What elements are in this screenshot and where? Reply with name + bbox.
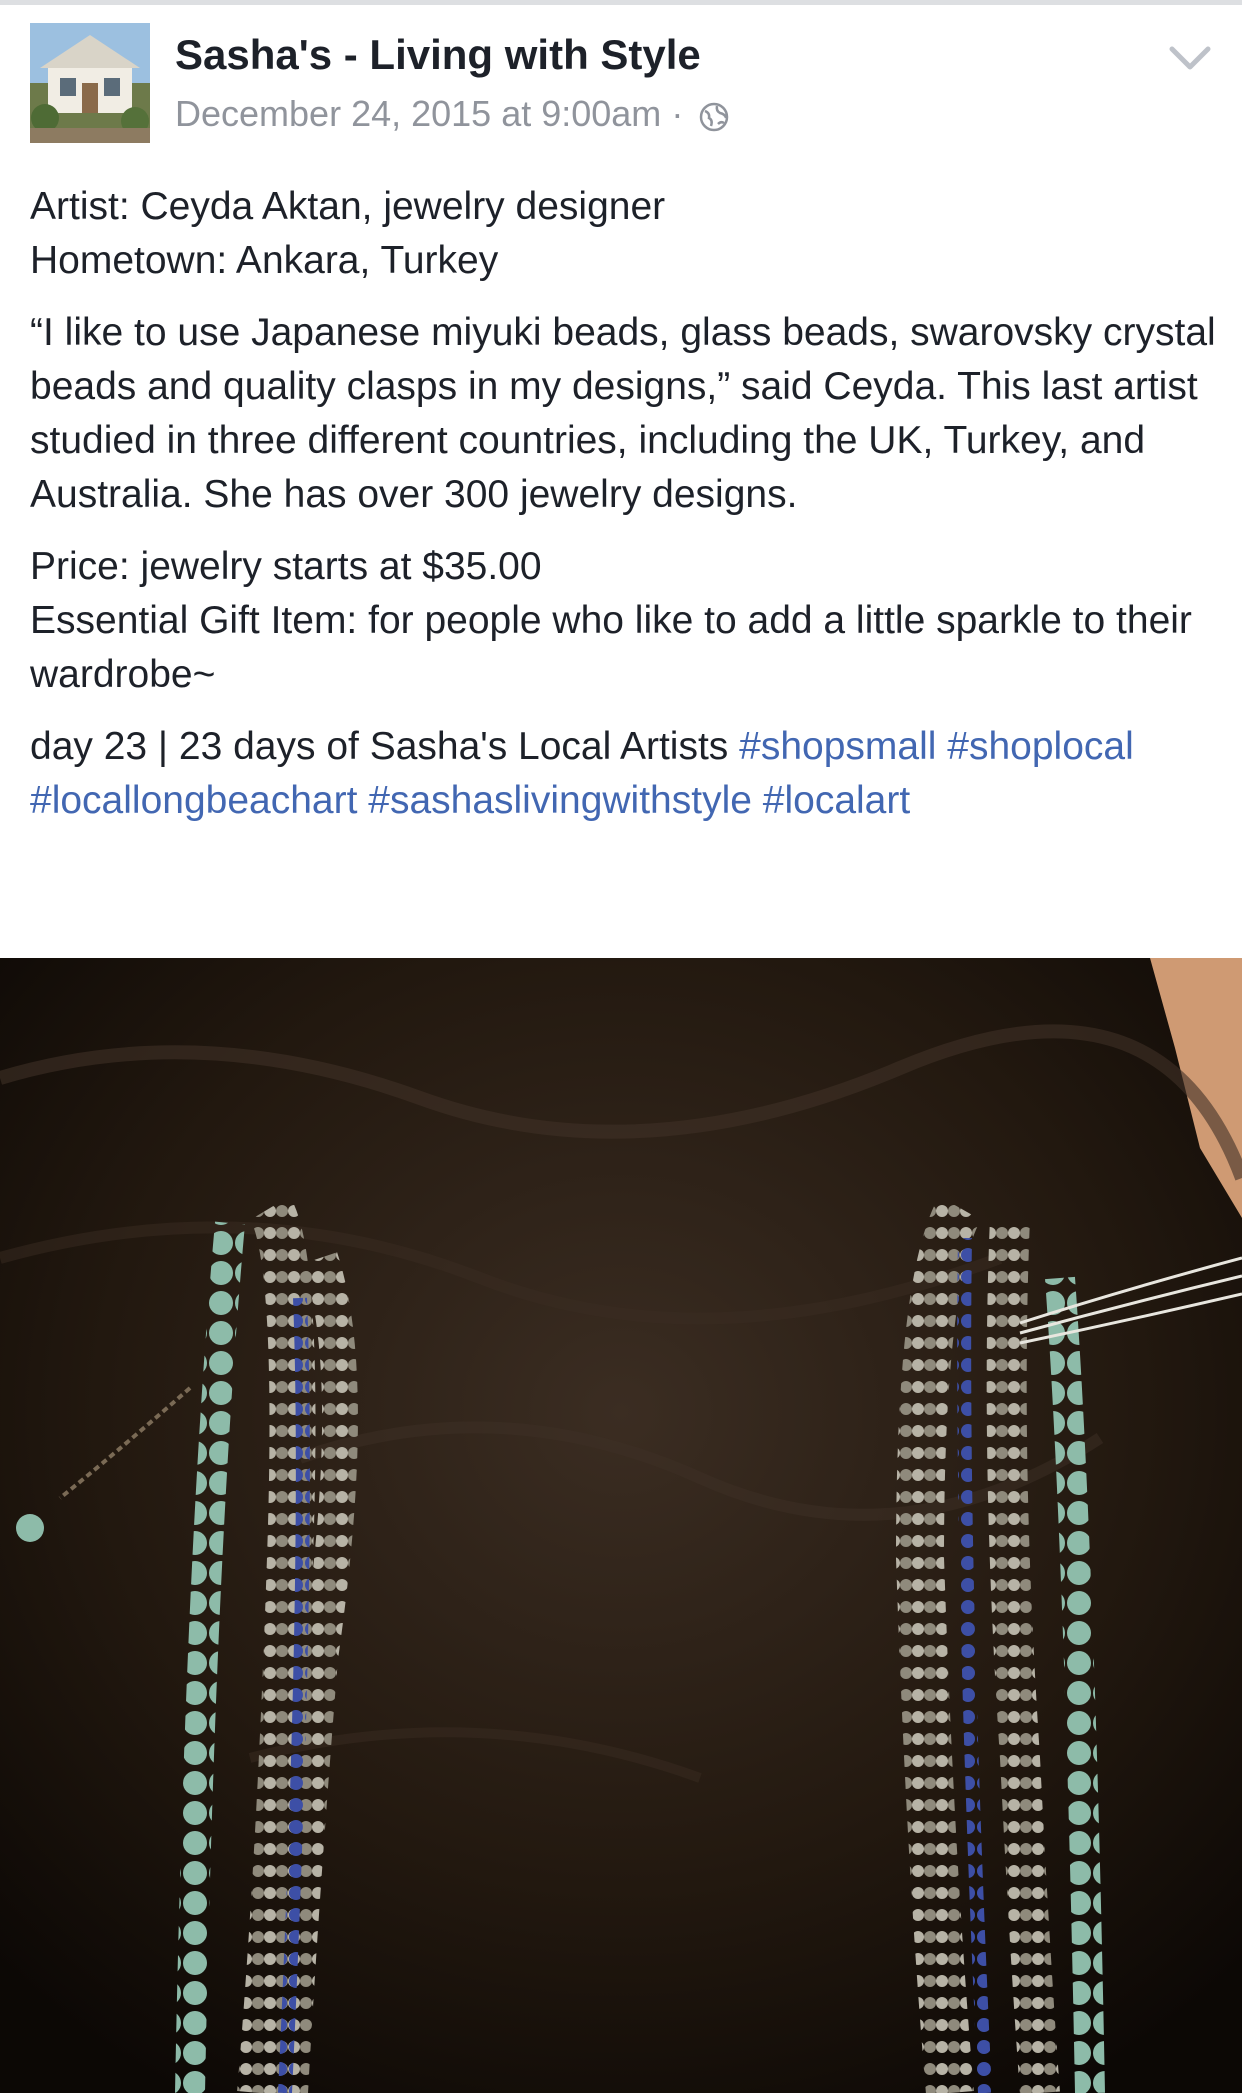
post-header: Sasha's - Living with Style December 24,…: [0, 5, 1242, 155]
post-photo[interactable]: [0, 958, 1242, 2093]
price-line: Price: jewelry starts at $35.00: [30, 545, 542, 588]
hashtag-sashaslivingwithstyle[interactable]: #sashaslivingwithstyle: [368, 779, 752, 822]
hashtag-shopsmall[interactable]: #shopsmall: [739, 725, 936, 768]
price-info: Price: jewelry starts at $35.00 Essentia…: [30, 540, 1220, 702]
quote-paragraph: “I like to use Japanese miyuki beads, gl…: [30, 311, 1216, 516]
meta-separator: ·: [671, 93, 684, 134]
post-timestamp[interactable]: December 24, 2015 at 9:00am: [175, 93, 661, 135]
post-meta: December 24, 2015 at 9:00am ·: [175, 93, 729, 135]
page-name[interactable]: Sasha's - Living with Style: [175, 31, 701, 79]
artist-info: Artist: Ceyda Aktan, jewelry designer Ho…: [30, 180, 1220, 288]
artist-line: Artist: Ceyda Aktan, jewelry designer: [30, 185, 666, 228]
globe-icon: [699, 99, 729, 132]
hometown-line: Hometown: Ankara, Turkey: [30, 239, 499, 282]
page-avatar[interactable]: [30, 23, 150, 143]
post-text: Artist: Ceyda Aktan, jewelry designer Ho…: [30, 180, 1220, 846]
hashtag-localart[interactable]: #localart: [763, 779, 910, 822]
series-text: day 23 | 23 days of Sasha's Local Artist…: [30, 725, 740, 768]
series-paragraph: day 23 | 23 days of Sasha's Local Artist…: [30, 720, 1220, 828]
gift-line: Essential Gift Item: for people who like…: [30, 599, 1192, 696]
hashtag-locallongbeachart[interactable]: #locallongbeachart: [30, 779, 357, 822]
chevron-down-icon[interactable]: [1168, 43, 1212, 73]
hashtag-shoplocal[interactable]: #shoplocal: [947, 725, 1133, 768]
